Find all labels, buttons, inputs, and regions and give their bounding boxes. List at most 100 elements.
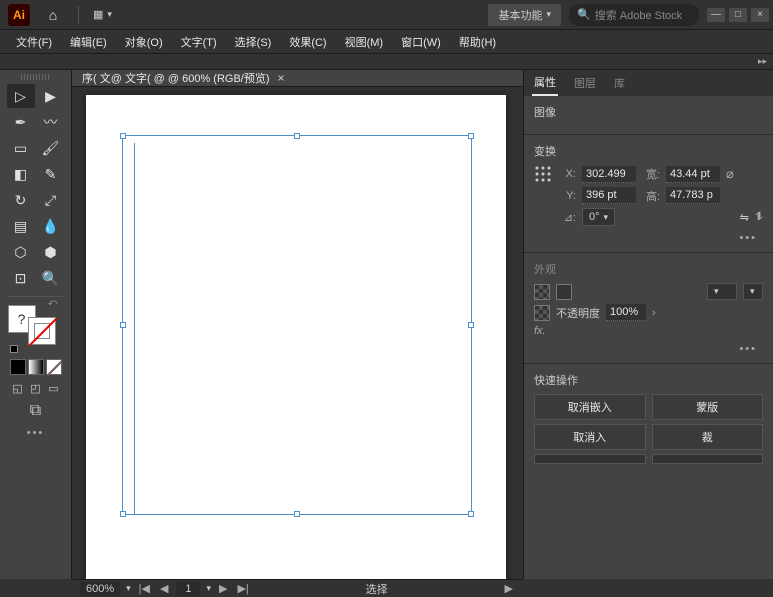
menu-file[interactable]: 文件(F) [8,31,60,53]
handle-br[interactable] [468,511,474,517]
flip-vertical-icon[interactable]: ⥮ [755,211,763,224]
stroke-profile[interactable]: ▾ [743,283,763,300]
toolbar-more[interactable]: ••• [27,427,45,439]
paintbrush-tool[interactable]: 🖌 [37,136,65,160]
angle-field[interactable]: 0°▾ [582,208,615,226]
edit-toolbar[interactable]: ⧉ [22,401,50,421]
fill-stroke-control[interactable]: ⤺ ? [8,305,64,345]
shape-builder-tool[interactable]: ⬡ [7,240,35,264]
document-tab-label: 序( 文@ 文字( @ @ 600% (RGB/预览) [82,70,270,86]
menu-effect[interactable]: 效果(C) [281,31,334,53]
last-artboard-button[interactable]: ▶| [235,582,250,595]
reference-point-icon[interactable] [534,165,552,183]
swap-fill-stroke-icon[interactable]: ⤺ [48,297,58,308]
handle-tl[interactable] [120,133,126,139]
handle-mr[interactable] [468,322,474,328]
menu-object[interactable]: 对象(O) [117,31,171,53]
mask-button[interactable]: 蒙版 [652,394,764,420]
fx-label[interactable]: fx. [534,325,546,337]
selection-tool[interactable]: ▷ [7,84,35,108]
prev-artboard-button[interactable]: ◀ [158,582,170,595]
document-tab[interactable]: 序( 文@ 文字( @ @ 600% (RGB/预览) × [72,70,523,87]
handle-tr[interactable] [468,133,474,139]
maximize-button[interactable]: □ [729,8,747,22]
x-label: X: [558,168,576,180]
workspace-switcher[interactable]: 基本功能 ▾ [488,4,561,26]
handle-ml[interactable] [120,322,126,328]
zoom-tool[interactable]: 🔍 [37,266,65,290]
tab-properties[interactable]: 属性 [532,70,558,96]
arrange-documents[interactable]: ▦ ▾ [85,8,120,21]
stroke-swatch[interactable] [28,317,56,345]
eraser-tool[interactable]: ◧ [7,162,35,186]
quick-action-3[interactable] [534,454,646,464]
expand-panels-icon[interactable]: ▸▸ [758,56,767,67]
stroke-swatch-small[interactable] [556,284,572,300]
search-input[interactable]: 🔍搜索 Adobe Stock [569,4,699,26]
panel-grip[interactable] [21,74,51,80]
menu-select[interactable]: 选择(S) [227,31,280,53]
fill-swatch-small[interactable] [534,284,550,300]
menu-edit[interactable]: 编辑(E) [62,31,115,53]
opacity-field[interactable]: 100% [606,304,646,321]
appearance-more[interactable]: ••• [534,341,763,355]
handle-bl[interactable] [120,511,126,517]
w-field[interactable]: 43.44 pt [666,166,720,183]
menu-view[interactable]: 视图(M) [337,31,392,53]
flip-horizontal-icon[interactable]: ⇋ [740,211,749,224]
crop-button[interactable]: 裁 [652,424,764,450]
quick-action-4[interactable] [652,454,764,464]
next-artboard-button[interactable]: ▶ [217,582,229,595]
artboard-tool[interactable]: ⊡ [7,266,35,290]
unembed-button[interactable]: 取消嵌入 [534,394,646,420]
screen-mode-normal[interactable]: ◱ [10,381,26,395]
live-paint-tool[interactable]: ⬢ [37,240,65,264]
reembed-button[interactable]: 取消入 [534,424,646,450]
stroke-weight-field[interactable]: ▾ [707,283,737,300]
artboard[interactable] [86,95,506,585]
opacity-arrow-icon[interactable]: › [652,307,656,319]
angle-label: ⊿: [558,211,576,224]
first-artboard-button[interactable]: |◀ [137,582,152,595]
transform-section-title: 变换 [534,143,763,159]
x-field[interactable]: 302.499 [582,166,636,183]
home-button[interactable]: ⌂ [42,4,64,26]
menu-window[interactable]: 窗口(W) [393,31,449,53]
artboard-number[interactable]: 1 [176,582,200,596]
rectangle-tool[interactable]: ▭ [7,136,35,160]
tab-libraries[interactable]: 库 [612,71,627,95]
h-field[interactable]: 47.783 p [666,187,720,204]
handle-bc[interactable] [294,511,300,517]
handle-tc[interactable] [294,133,300,139]
artboard-dropdown[interactable]: ▾ [206,583,211,594]
rotate-tool[interactable]: ↻ [7,188,35,212]
canvas[interactable] [72,87,523,593]
direct-selection-tool[interactable]: ▶ [37,84,65,108]
screen-mode-full[interactable]: ◰ [28,381,44,395]
pen-tool[interactable]: ✒ [7,110,35,134]
screen-mode-present[interactable]: ▭ [46,381,62,395]
color-mode-solid[interactable] [10,359,26,375]
y-field[interactable]: 396 pt [582,187,636,204]
status-arrow[interactable]: ▶ [503,582,515,595]
link-wh-icon[interactable]: ⌀ [726,166,746,182]
zoom-field[interactable]: 600% [80,582,120,596]
tab-layers[interactable]: 图层 [572,71,598,95]
transform-more[interactable]: ••• [534,230,763,244]
default-fill-stroke-icon[interactable] [10,345,18,353]
menu-help[interactable]: 帮助(H) [451,31,504,53]
close-window-button[interactable]: × [751,8,769,22]
zoom-dropdown[interactable]: ▾ [126,583,131,594]
close-tab-button[interactable]: × [278,71,285,85]
gradient-tool[interactable]: ▤ [7,214,35,238]
eyedropper-tool[interactable]: ✎ [37,162,65,186]
color-mode-gradient[interactable] [28,359,44,375]
curvature-tool[interactable]: 〰 [37,110,65,134]
minimize-button[interactable]: — [707,8,725,22]
menu-type[interactable]: 文字(T) [173,31,225,53]
selection-bounding-box[interactable] [122,135,472,515]
scale-tool[interactable]: ⤢ [37,188,65,212]
color-mode-none[interactable] [46,359,62,375]
eyedropper2-tool[interactable]: 💧 [37,214,65,238]
selection-type: 图像 [534,104,763,120]
